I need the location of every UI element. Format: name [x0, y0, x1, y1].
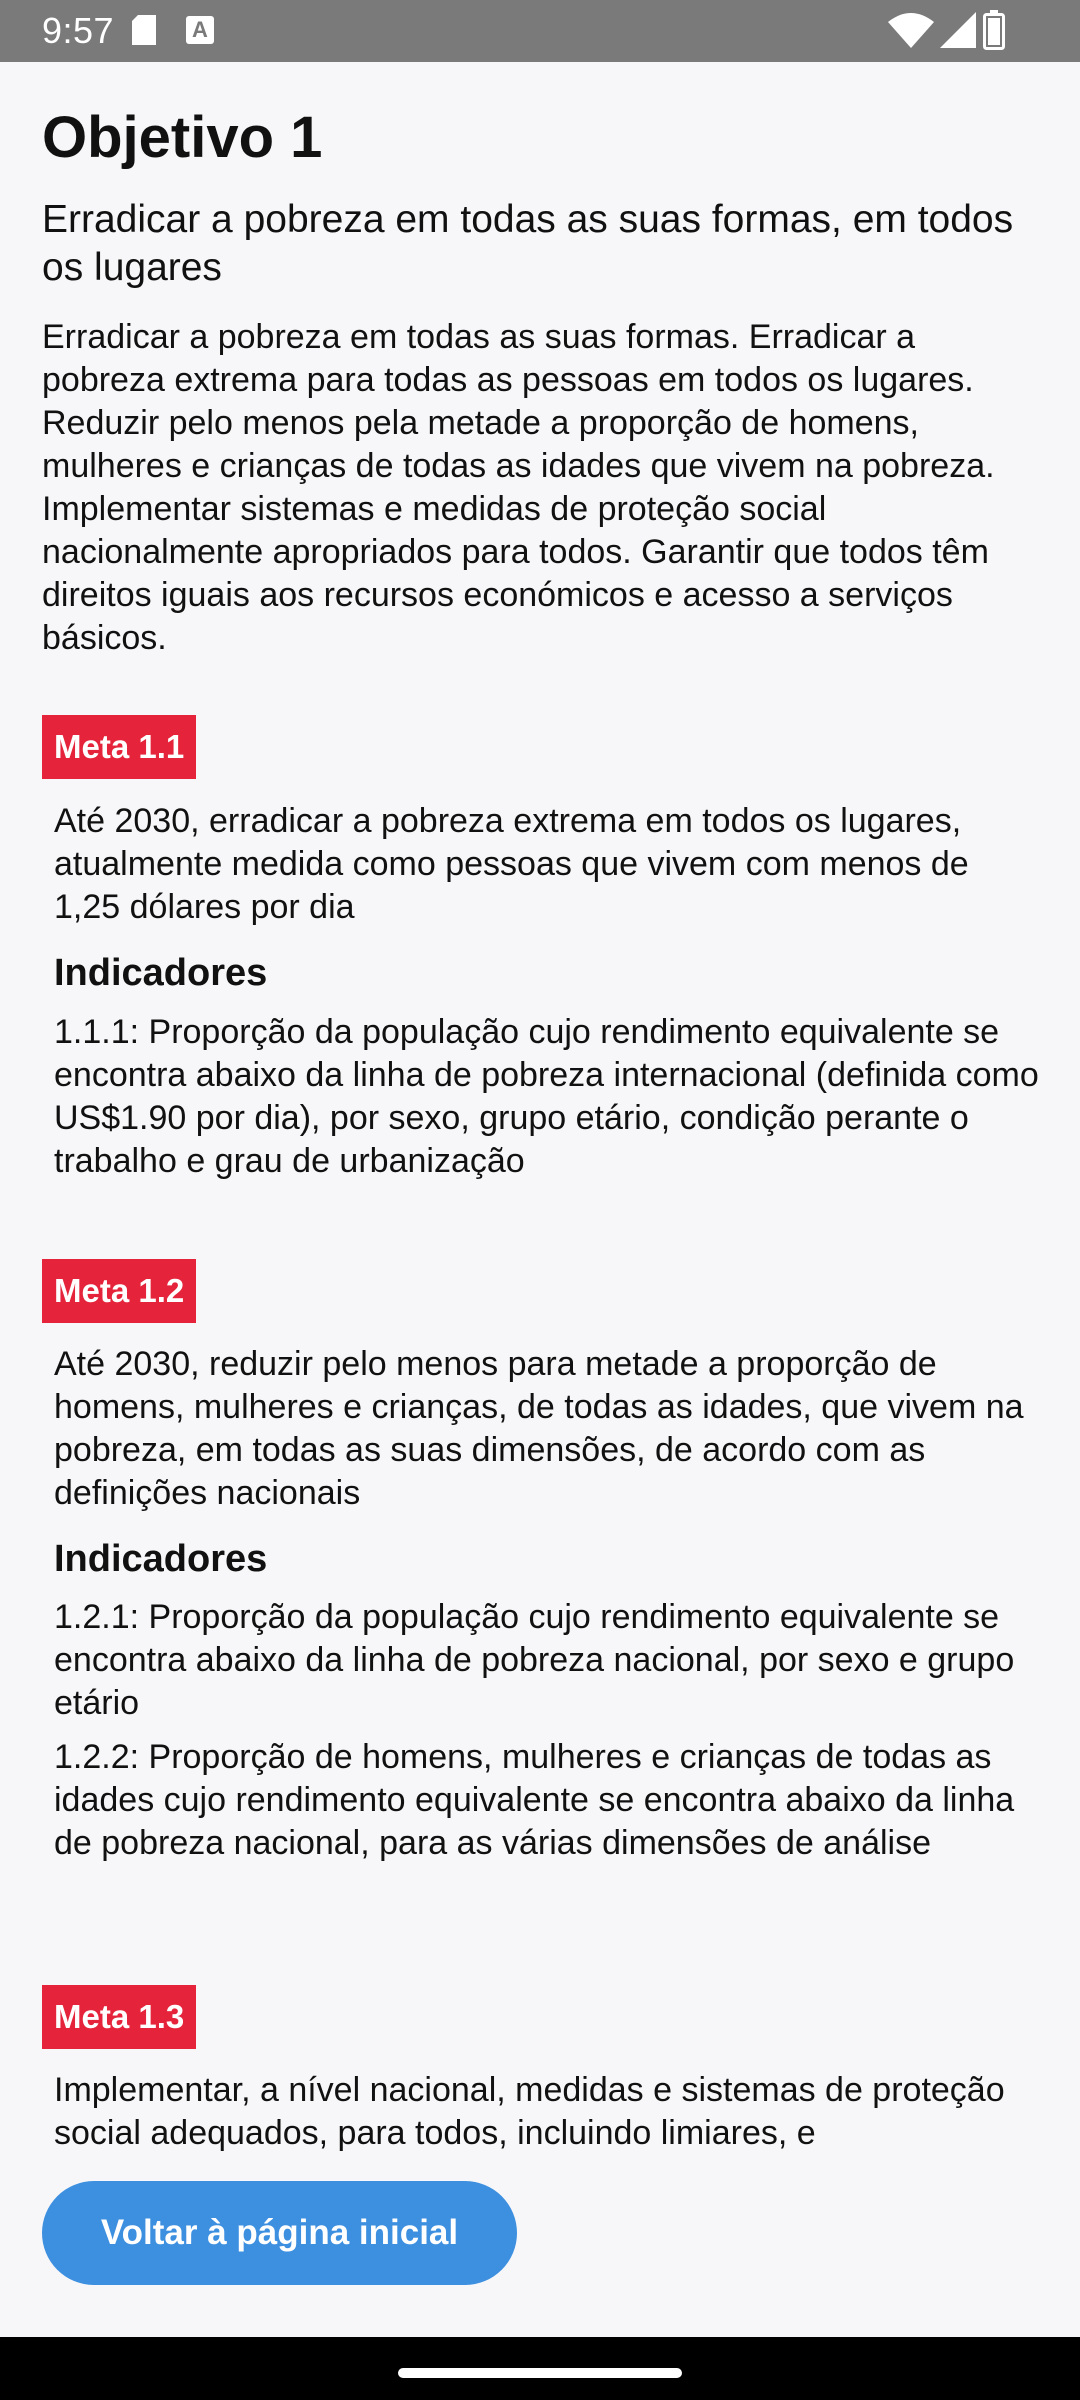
indicators-heading: Indicadores: [54, 952, 268, 994]
status-time: 9:57: [42, 10, 115, 51]
meta-text-clip: Implementar, a nível nacional, medidas e…: [54, 2069, 1054, 2157]
indicator-item: 1.1.1: Proporção da população cujo rendi…: [54, 1013, 1039, 1180]
meta-text: Até 2030, reduzir pelo menos para metade…: [54, 1345, 1024, 1512]
wifi-icon: [888, 13, 934, 48]
back-to-home-button[interactable]: Voltar à página inicial: [42, 2181, 517, 2285]
meta-badge: Meta 1.1: [42, 715, 197, 779]
indicators-heading: Indicadores: [54, 1538, 268, 1580]
indicator-item: 1.2.1: Proporção da população cujo rendi…: [54, 1598, 1015, 1722]
indicator-item: 1.2.2: Proporção de homens, mulheres e c…: [54, 1738, 1015, 1862]
page-subtitle: Erradicar a pobreza em todas as suas for…: [42, 198, 1014, 289]
meta-text: Até 2030, erradicar a pobreza extrema em…: [54, 802, 969, 926]
accessibility-a-icon: A: [186, 16, 214, 44]
page-title: Objetivo 1: [42, 105, 323, 170]
meta-badge: Meta 1.2: [42, 1259, 197, 1323]
status-bar: 9:57 A: [0, 0, 1080, 62]
meta-badge: Meta 1.3: [42, 1985, 197, 2049]
signal-icon: [940, 12, 976, 48]
sd-card-icon: [132, 15, 156, 45]
goal-description: Erradicar a pobreza em todas as suas for…: [42, 318, 995, 657]
battery-icon: [983, 10, 1005, 50]
meta-text: Implementar, a nível nacional, medidas e…: [54, 2071, 1005, 2152]
home-gesture-handle[interactable]: [398, 2368, 682, 2378]
